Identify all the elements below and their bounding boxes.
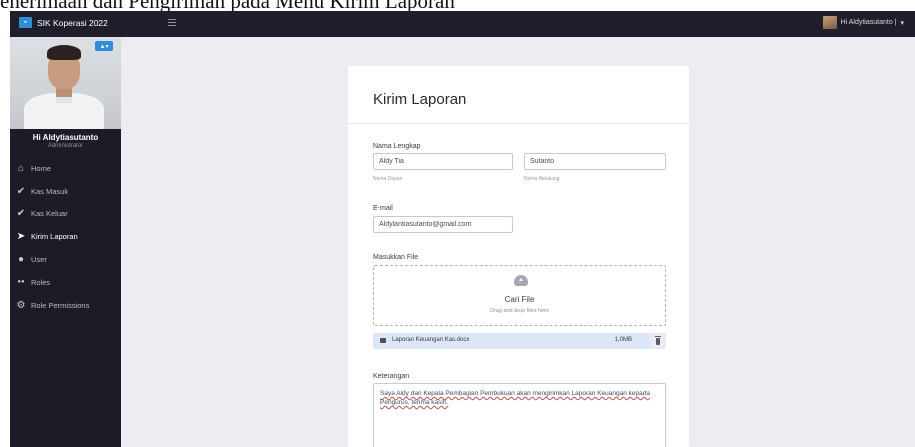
user-menu[interactable]: Hi Aldytiasutanto | ▾	[822, 16, 904, 29]
check-circle-icon: ✔	[16, 208, 26, 220]
profile-photo: ▲▾	[10, 37, 121, 129]
users-icon: ●●	[17, 279, 25, 286]
brand-name: SIK Koperasi 2022	[37, 17, 108, 28]
sidebar-item-user[interactable]: ● User	[10, 248, 121, 271]
sidebar-item-home[interactable]: ⌂ Home	[10, 157, 121, 180]
notes-textarea[interactable]: Saya Aldy dari Kepala Pembagian Pembukua…	[373, 383, 666, 447]
sidebar-item-label: Role Permissions	[31, 300, 90, 310]
sidebar-item-roles[interactable]: ●● Roles	[10, 271, 121, 294]
cloud-upload-icon	[514, 275, 528, 286]
file-size: 1,0MB	[614, 337, 632, 343]
brand-logo-icon: ▪	[19, 17, 32, 28]
file-name: Laporan Keuangan Kas.docx	[392, 337, 470, 343]
last-name-field[interactable]	[524, 153, 666, 170]
email-field[interactable]	[373, 216, 513, 233]
check-circle-icon: ✔	[16, 185, 26, 197]
first-name-field[interactable]	[373, 153, 513, 170]
app-window: ▪ SIK Koperasi 2022 Hi Aldytiasutanto | …	[10, 11, 915, 447]
delete-file-button[interactable]	[650, 333, 666, 349]
cogs-icon: ⚙	[16, 299, 26, 311]
sidebar-item-label: Roles	[31, 277, 51, 287]
trash-icon	[655, 335, 661, 345]
dropzone-subtitle: Drag and drop files here	[489, 308, 549, 314]
sidebar-item-label: Home	[31, 163, 52, 173]
home-icon: ⌂	[17, 162, 25, 174]
name-label: Nama Lengkap	[373, 143, 421, 150]
document-caption: enerimaan dan Pengiriman pada Menu Kirim…	[0, 0, 915, 11]
user-icon: ●	[17, 254, 25, 266]
sidebar-nav: ⌂ Home ✔ Kas Masuk ✔ Kas Keluar ➤ Kirim …	[10, 157, 121, 317]
file-dropzone[interactable]: Cari File Drag and drop files here	[373, 265, 666, 326]
file-icon	[380, 338, 386, 343]
sidebar-item-label: User	[31, 255, 47, 265]
kirim-laporan-card: Kirim Laporan Nama Lengkap Nama Depan Na…	[348, 66, 689, 447]
sidebar-item-kirim-laporan[interactable]: ➤ Kirim Laporan	[10, 225, 121, 248]
brand[interactable]: ▪ SIK Koperasi 2022	[19, 17, 108, 28]
dropzone-title: Cari File	[504, 295, 535, 304]
user-menu-label: Hi Aldytiasutanto |	[840, 19, 897, 26]
sidebar-item-kas-masuk[interactable]: ✔ Kas Masuk	[10, 180, 121, 203]
sidebar-item-label: Kas Masuk	[31, 186, 69, 196]
last-name-hint: Nama Belakang	[524, 176, 560, 182]
profile-role: Administrator	[47, 143, 84, 149]
uploaded-file-row: Laporan Keuangan Kas.docx 1,0MB	[373, 333, 666, 349]
sidebar-item-label: Kirim Laporan	[31, 232, 78, 242]
chevron-down-icon: ▾	[900, 19, 904, 27]
user-options-button[interactable]: ▲▾	[95, 41, 113, 51]
profile-name: Hi Aldytiasutanto	[32, 133, 99, 142]
avatar	[822, 16, 837, 29]
page-title: Kirim Laporan	[373, 91, 467, 108]
notes-text: Saya Aldy dari Kepala Pembagian Pembukua…	[380, 390, 650, 406]
divider	[348, 123, 689, 124]
file-label: Masukkan File	[373, 254, 419, 261]
notes-label: Keterangan	[373, 373, 410, 380]
sidebar: ▲▾ Hi Aldytiasutanto Administrator ⌂ Hom…	[10, 37, 121, 447]
sidebar-item-kas-keluar[interactable]: ✔ Kas Keluar	[10, 203, 121, 226]
hamburger-menu-icon[interactable]	[168, 19, 176, 26]
sidebar-item-label: Kas Keluar	[31, 209, 68, 219]
first-name-hint: Nama Depan	[373, 176, 403, 182]
paper-plane-icon: ➤	[16, 231, 26, 243]
email-label: E-mail	[373, 205, 393, 212]
sidebar-item-role-permissions[interactable]: ⚙ Role Permissions	[10, 294, 121, 317]
top-navbar: ▪ SIK Koperasi 2022 Hi Aldytiasutanto | …	[10, 11, 915, 37]
